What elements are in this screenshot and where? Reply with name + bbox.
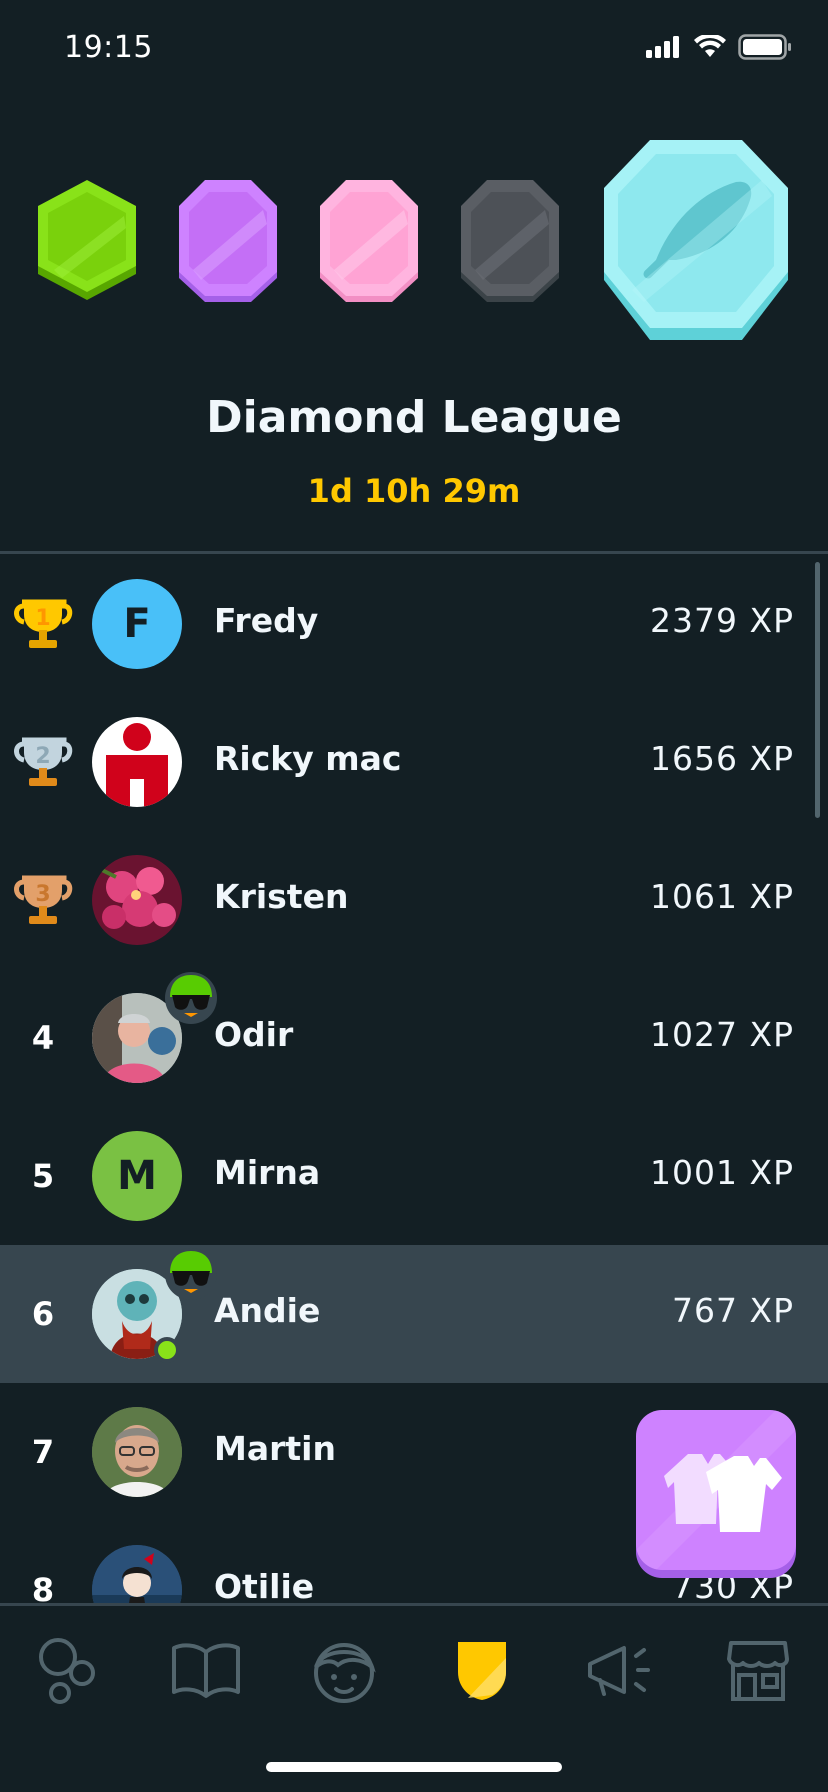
sunglasses-badge-icon — [165, 972, 217, 1024]
rank-number: 4 — [31, 1019, 55, 1057]
avatar[interactable]: F — [92, 579, 182, 669]
rank-number: 8 — [31, 1571, 55, 1603]
sunglasses-badge-icon — [165, 1248, 217, 1300]
avatar-letter: M — [117, 1153, 157, 1199]
avatar[interactable] — [92, 1407, 182, 1497]
rank-trophy: 3 — [12, 868, 74, 932]
home-indicator — [266, 1762, 562, 1772]
leaderboard-row[interactable]: 1 F Fredy 2379 XP — [0, 555, 828, 693]
diamond-league-badge-icon — [604, 140, 788, 340]
green-league-badge-icon — [38, 180, 136, 300]
user-name: Andie — [214, 1291, 321, 1330]
avatar[interactable]: M — [92, 1131, 182, 1221]
shield-icon — [458, 1642, 506, 1700]
leaderboard-row[interactable]: 3 Kristen 1061 XP — [0, 831, 828, 969]
status-icons — [646, 34, 792, 60]
promo-card[interactable] — [636, 1410, 796, 1570]
user-xp: 1061 XP — [650, 877, 794, 916]
user-name: Kristen — [214, 877, 349, 916]
flower-photo-icon — [99, 867, 176, 929]
rank-trophy: 2 — [12, 730, 74, 794]
silver-trophy-icon: 2 — [14, 737, 73, 786]
avatar[interactable] — [92, 717, 182, 807]
signal-icon — [646, 36, 679, 58]
user-xp: 1001 XP — [650, 1153, 794, 1192]
shirts-icon — [636, 1410, 796, 1570]
shop-icon — [727, 1641, 789, 1701]
user-xp: 1656 XP — [650, 739, 794, 778]
pink-league-badge-icon — [320, 180, 418, 302]
tab-learn[interactable] — [28, 1630, 108, 1710]
status-time: 19:15 — [64, 30, 153, 65]
user-name: Mirna — [214, 1153, 321, 1192]
svg-text:1: 1 — [35, 606, 50, 631]
leaderboard-row[interactable]: 5 M Mirna 1001 XP — [0, 1107, 828, 1245]
user-xp: 730 XP — [672, 1567, 794, 1603]
book-icon — [172, 1643, 240, 1698]
anime-photo-icon — [92, 1545, 182, 1603]
bubbles-icon — [39, 1638, 95, 1704]
rank-number: 6 — [31, 1295, 55, 1333]
leaderboard-row-current-user[interactable]: 6 Andie 767 XP — [0, 1245, 828, 1383]
avatar-letter: F — [123, 601, 151, 647]
user-xp: 767 XP — [672, 1291, 794, 1330]
user-name: Odir — [214, 1015, 294, 1054]
tab-characters[interactable] — [304, 1630, 384, 1710]
svg-text:2: 2 — [35, 744, 50, 769]
purple-league-badge-icon — [179, 180, 277, 302]
status-bar: 19:15 — [0, 0, 828, 100]
league-badges — [0, 130, 828, 360]
user-xp: 1027 XP — [650, 1015, 794, 1054]
avatar[interactable] — [92, 855, 182, 945]
tab-leagues[interactable] — [442, 1630, 522, 1710]
gold-trophy-icon: 1 — [14, 599, 73, 648]
user-name: Fredy — [214, 601, 319, 640]
rank-number: 5 — [31, 1157, 55, 1195]
svg-text:3: 3 — [35, 882, 50, 907]
rank-trophy: 1 — [12, 592, 74, 656]
user-name: Martin — [214, 1429, 336, 1468]
wifi-icon — [694, 35, 726, 57]
person-photo-icon — [92, 1407, 182, 1497]
league-timer: 1d 10h 29m — [307, 472, 521, 510]
avatar[interactable] — [92, 1545, 182, 1603]
rank-number: 7 — [31, 1433, 55, 1471]
battery-icon — [738, 34, 791, 60]
tab-news[interactable] — [580, 1630, 660, 1710]
leaderboard-scrollbar[interactable] — [815, 562, 820, 818]
user-name: Ricky mac — [214, 739, 402, 778]
tab-stories[interactable] — [166, 1630, 246, 1710]
megaphone-icon — [588, 1646, 650, 1696]
online-status-dot — [154, 1337, 180, 1363]
header-divider — [0, 551, 828, 554]
leaderboard-row[interactable]: 2 Ricky mac 1656 XP — [0, 693, 828, 831]
league-title: Diamond League — [206, 392, 622, 443]
gray-league-badge-icon — [461, 180, 559, 302]
tab-shop[interactable] — [718, 1630, 798, 1710]
ironman-logo-icon — [106, 723, 168, 807]
bronze-trophy-icon: 3 — [14, 875, 73, 924]
leaderboard-row[interactable]: 4 Odir 1027 XP — [0, 969, 828, 1107]
face-icon — [314, 1643, 376, 1703]
user-xp: 2379 XP — [650, 601, 794, 640]
user-name: Otilie — [214, 1567, 315, 1603]
